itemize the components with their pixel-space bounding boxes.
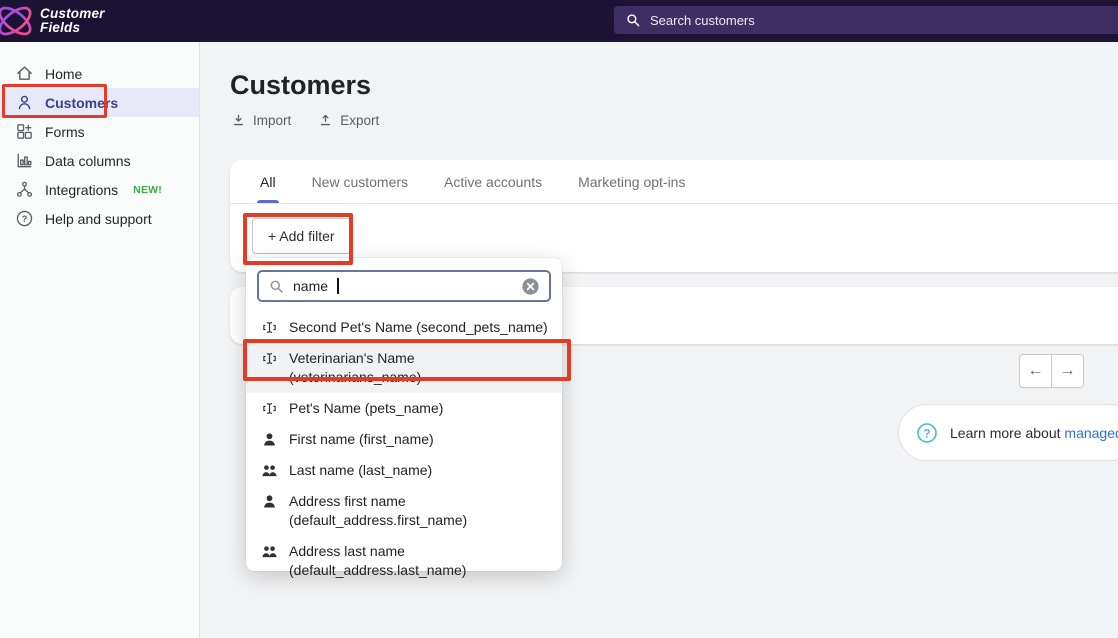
filter-option-pet-s-name-pets-name[interactable]: Pet's Name (pets_name) [246,393,562,424]
svg-text:?: ? [22,214,28,224]
tab-all[interactable]: All [246,160,290,203]
help-banner: ? Learn more about managed cu [898,404,1118,461]
forms-icon [15,122,34,141]
page-title: Customers [230,70,371,101]
sidebar-item-home[interactable]: Home [0,59,199,88]
filter-option-last-name-last-name[interactable]: Last name (last_name) [246,455,562,486]
new-badge: NEW! [133,184,162,196]
sidebar-item-label: Integrations [45,182,118,198]
filter-dropdown: name Second Pet's Name (second_pets_name… [246,258,562,571]
tab-new-customers[interactable]: New customers [298,160,422,203]
next-page-button[interactable]: → [1051,354,1084,388]
people-icon [261,543,278,560]
people-icon [261,462,278,479]
arrow-left-icon: ← [1028,362,1044,380]
filter-option-label: Veterinarian's Name (veterinarians_name) [289,349,550,387]
logo-wordmark: Customer Fields [40,7,105,35]
app-logo[interactable]: Customer Fields [0,1,105,41]
pagination: ← → [1019,354,1084,388]
data-columns-icon [15,151,34,170]
filter-option-label: Second Pet's Name (second_pets_name) [289,318,548,337]
search-input[interactable]: Search customers [614,6,1118,34]
filter-option-label: Address first name (default_address.firs… [289,492,550,530]
import-export-row: Import Export [231,113,379,128]
upload-icon [318,113,333,128]
person-icon [261,431,278,448]
sidebar-item-label: Data columns [45,153,131,169]
add-filter-button[interactable]: + Add filter [252,218,351,254]
sidebar-item-label: Help and support [45,211,152,227]
filter-option-label: Last name (last_name) [289,461,432,480]
integrations-icon [15,180,34,199]
app-window: Customer Fields Search customers Home Cu… [0,0,1118,638]
filter-option-label: Address last name (default_address.last_… [289,542,550,580]
clear-search-icon[interactable] [521,277,540,296]
sidebar-item-forms[interactable]: Forms [0,117,199,146]
filter-option-second-pet-s-name-second-pets-name[interactable]: Second Pet's Name (second_pets_name) [246,312,562,343]
sidebar-item-help-and-support[interactable]: ? Help and support [0,204,199,233]
text-cursor [337,278,339,294]
question-circle-icon: ? [916,422,938,444]
sidebar-item-data-columns[interactable]: Data columns [0,146,199,175]
filter-search-input[interactable]: name [257,270,551,302]
text-field-icon [261,319,278,336]
download-icon [231,113,246,128]
person-icon [261,493,278,510]
search-icon [268,278,285,295]
svg-text:?: ? [923,428,930,440]
tab-marketing-opt-ins[interactable]: Marketing opt-ins [564,160,699,203]
filter-option-address-first-name-default-address-first[interactable]: Address first name (default_address.firs… [246,486,562,536]
export-button[interactable]: Export [318,113,379,128]
search-placeholder: Search customers [650,13,755,28]
help-banner-text: Learn more about managed cu [950,425,1118,441]
sidebar-item-label: Home [45,66,82,82]
topbar: Customer Fields Search customers [0,0,1118,42]
sidebar-item-label: Customers [45,95,118,111]
filter-option-address-last-name-default-address-last-n[interactable]: Address last name (default_address.last_… [246,536,562,586]
customers-icon [15,93,34,112]
filter-options-list: Second Pet's Name (second_pets_name) Vet… [246,312,562,586]
import-button[interactable]: Import [231,113,291,128]
filter-option-label: Pet's Name (pets_name) [289,399,443,418]
sidebar-nav: Home Customers Forms Data columns [0,42,200,638]
help-icon: ? [15,209,34,228]
filter-option-label: First name (first_name) [289,430,434,449]
filter-option-veterinarian-s-name-veterinarians-name[interactable]: Veterinarian's Name (veterinarians_name) [246,343,562,393]
text-field-icon [261,400,278,417]
previous-page-button[interactable]: ← [1019,354,1052,388]
filter-option-first-name-first-name[interactable]: First name (first_name) [246,424,562,455]
tab-bar: All New customers Active accounts Market… [230,160,1118,204]
sidebar-item-integrations[interactable]: Integrations NEW! [0,175,199,204]
managed-customers-link[interactable]: managed cu [1064,425,1118,441]
filter-search-value: name [293,278,328,294]
text-field-icon [261,350,278,367]
logo-atom-icon [0,1,39,41]
arrow-right-icon: → [1060,362,1076,380]
home-icon [15,64,34,83]
sidebar-item-label: Forms [45,124,85,140]
customers-card: All New customers Active accounts Market… [230,160,1118,272]
search-icon [625,12,641,28]
sidebar-item-customers[interactable]: Customers [0,88,199,117]
tab-active-accounts[interactable]: Active accounts [430,160,556,203]
